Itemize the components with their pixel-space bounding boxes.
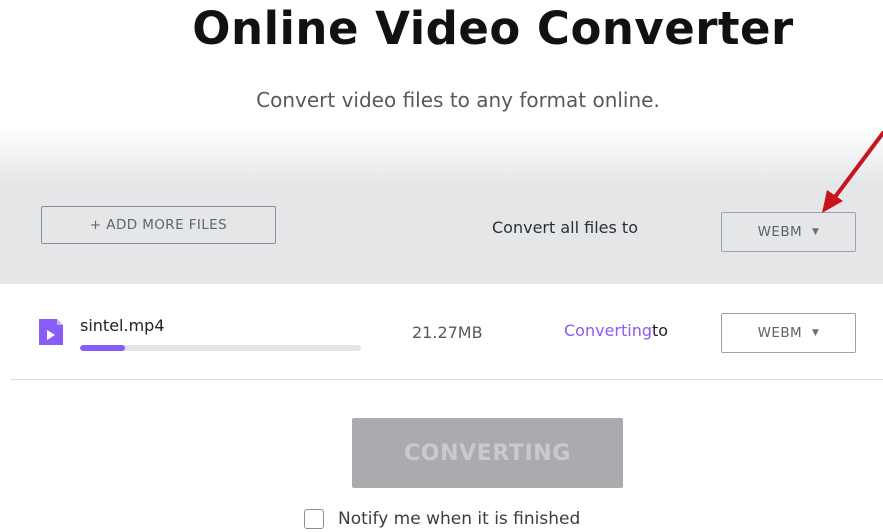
convert-all-format-value: WEBM — [757, 224, 803, 240]
row-divider — [10, 379, 883, 380]
file-format-value: WEBM — [757, 325, 803, 341]
page-title: Online Video Converter — [192, 2, 794, 55]
file-to-label: to — [652, 321, 669, 340]
notify-label: Notify me when it is finished — [338, 509, 581, 529]
caret-down-icon: ▼ — [812, 227, 820, 237]
toolbar-gradient — [0, 125, 883, 180]
page-subtitle: Convert video files to any format online… — [256, 88, 660, 112]
video-file-icon — [39, 319, 63, 345]
notify-checkbox[interactable] — [304, 509, 324, 529]
convert-all-label: Convert all files to — [492, 218, 638, 237]
add-more-files-button[interactable]: + ADD MORE FILES — [41, 206, 276, 244]
convert-button-label: CONVERTING — [404, 440, 571, 466]
file-status-text: Converting — [564, 321, 653, 340]
file-name: sintel.mp4 — [80, 316, 165, 335]
file-format-select[interactable]: WEBM ▼ — [721, 313, 856, 353]
add-more-files-label: + ADD MORE FILES — [89, 217, 228, 233]
file-progress-bar — [80, 345, 361, 351]
file-status: Convertingto — [564, 321, 668, 340]
convert-all-format-select[interactable]: WEBM ▼ — [721, 212, 856, 252]
file-progress-fill — [80, 345, 125, 351]
convert-button[interactable]: CONVERTING — [352, 418, 623, 488]
file-size: 21.27MB — [412, 323, 483, 342]
notify-option[interactable]: Notify me when it is finished — [304, 509, 580, 529]
caret-down-icon: ▼ — [812, 328, 820, 338]
